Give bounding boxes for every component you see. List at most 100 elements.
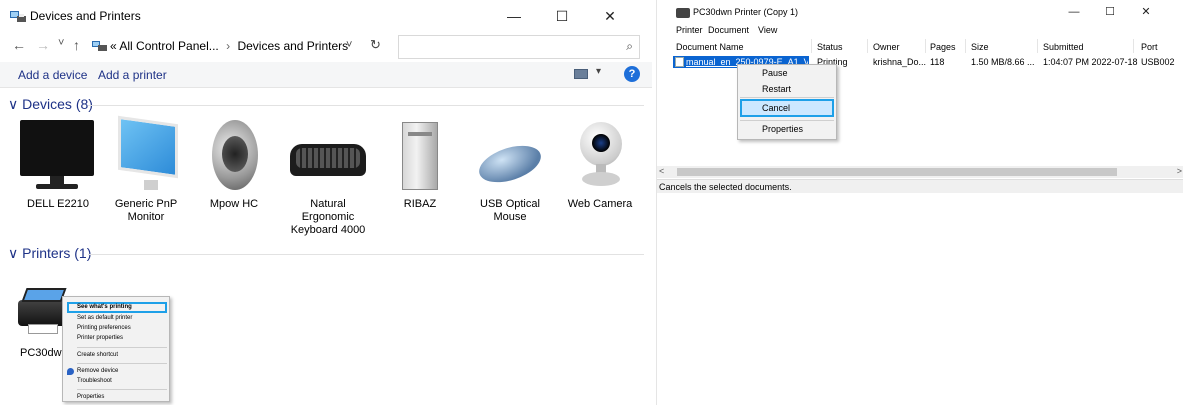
back-button[interactable]: ← [12, 37, 26, 53]
view-options-arrow[interactable]: ▾ [596, 66, 601, 77]
scroll-right-icon[interactable]: > [1177, 166, 1182, 176]
column-header-status[interactable]: Status [817, 42, 843, 52]
chevron-down-icon: ∨ [8, 245, 19, 261]
cell-pages: 118 [930, 57, 945, 67]
maximize-button[interactable]: ☐ [542, 4, 582, 28]
column-separator [925, 39, 926, 53]
device-dell-e2210[interactable]: DELL E2210 [16, 118, 100, 211]
printer-context-menu: See what's printing Set as default print… [62, 296, 170, 402]
column-separator [811, 39, 812, 53]
status-text: Cancels the selected documents. [659, 182, 792, 192]
devices-group-header[interactable]: ∨ Devices (8) [8, 96, 93, 113]
keyboard-icon [286, 118, 370, 194]
search-icon[interactable]: ⌕ [626, 39, 633, 54]
menu-properties[interactable]: Properties [762, 124, 803, 134]
breadcrumb-all-control-panel[interactable]: All Control Panel... [119, 39, 218, 53]
menu-see-whats-printing[interactable]: See what's printing [77, 304, 132, 310]
device-usb-optical-mouse[interactable]: USB Optical Mouse [468, 118, 552, 224]
menu-set-default-printer[interactable]: Set as default printer [77, 315, 132, 321]
column-header-submitted[interactable]: Submitted [1043, 42, 1084, 52]
device-label: DELL E2210 [27, 198, 89, 210]
device-mpow-hc[interactable]: Mpow HC [192, 118, 276, 211]
title-bar: Devices and Printers — ☐ ✕ [0, 0, 652, 32]
up-button[interactable]: ↑ [73, 37, 80, 53]
menu-document[interactable]: Document [708, 25, 749, 35]
computer-tower-icon [378, 118, 462, 194]
menu-printer-properties[interactable]: Printer properties [77, 335, 123, 341]
menu-separator [77, 389, 167, 390]
printers-group-header[interactable]: ∨ Printers (1) [8, 245, 91, 262]
maximize-button[interactable]: ☐ [1095, 2, 1125, 22]
breadcrumb-overflow[interactable]: « [110, 39, 117, 53]
device-label: Web Camera [567, 198, 633, 210]
document-context-menu: Pause Restart Cancel Properties [737, 64, 837, 140]
menu-view[interactable]: View [758, 25, 777, 35]
menu-bar: Printer Document View [657, 24, 1183, 38]
window-title: PC30dwn Printer (Copy 1) [693, 7, 799, 17]
cell-port: USB002 [1141, 57, 1175, 67]
address-bar: ← → ˅ ↑ « All Control Panel... › Devices… [0, 32, 652, 60]
minimize-button[interactable]: — [1059, 2, 1089, 22]
add-device-button[interactable]: Add a device [18, 68, 87, 82]
minimize-button[interactable]: — [494, 4, 534, 28]
breadcrumb-devices-and-printers[interactable]: Devices and Printers [237, 39, 348, 53]
add-printer-button[interactable]: Add a printer [98, 68, 167, 82]
horizontal-scrollbar[interactable]: < > [657, 166, 1183, 178]
device-natural-ergonomic-keyboard[interactable]: Natural Ergonomic Keyboard 4000 [286, 118, 370, 237]
menu-cancel[interactable]: Cancel [762, 103, 790, 113]
change-view-icon[interactable] [574, 69, 588, 79]
command-bar: Add a device Add a printer ▾ ? [0, 62, 652, 88]
chevron-down-icon: ∨ [8, 96, 19, 112]
menu-restart[interactable]: Restart [762, 84, 791, 94]
column-header-document-name[interactable]: Document Name [676, 42, 744, 52]
device-label: RIBAZ [403, 198, 437, 210]
column-header-owner[interactable]: Owner [873, 42, 900, 52]
device-label: Mpow HC [209, 198, 259, 210]
scroll-left-icon[interactable]: < [659, 166, 664, 176]
printer-icon [676, 8, 690, 18]
menu-separator [740, 120, 834, 121]
menu-create-shortcut[interactable]: Create shortcut [77, 352, 118, 358]
column-separator [1133, 39, 1134, 53]
printers-group-label: Printers (1) [22, 245, 92, 261]
recent-locations-button[interactable]: ˅ [58, 37, 64, 49]
scroll-thumb[interactable] [677, 168, 1117, 176]
device-ribaz[interactable]: RIBAZ [378, 118, 462, 211]
group-divider [88, 254, 644, 255]
menu-troubleshoot[interactable]: Troubleshoot [77, 378, 112, 384]
close-button[interactable]: ✕ [590, 4, 630, 28]
forward-button[interactable]: → [36, 37, 50, 53]
group-divider [88, 105, 644, 106]
column-header-port[interactable]: Port [1141, 42, 1158, 52]
menu-pause[interactable]: Pause [762, 68, 788, 78]
search-input[interactable]: ⌕ [398, 35, 640, 59]
column-header-pages[interactable]: Pages [930, 42, 956, 52]
menu-separator [740, 97, 834, 98]
device-label: USB Optical Mouse [480, 198, 540, 223]
device-web-camera[interactable]: Web Camera [558, 118, 642, 211]
cell-submitted: 1:04:07 PM 2022-07-18 [1043, 57, 1138, 67]
menu-properties[interactable]: Properties [77, 394, 104, 400]
shield-icon [67, 368, 74, 375]
menu-printer[interactable]: Printer [676, 25, 703, 35]
column-header-size[interactable]: Size [971, 42, 989, 52]
devices-and-printers-window: Devices and Printers — ☐ ✕ ← → ˅ ↑ « All… [0, 0, 652, 405]
window-title: Devices and Printers [30, 9, 141, 23]
refresh-button[interactable]: ↻ [370, 37, 381, 53]
mouse-icon [468, 118, 552, 194]
breadcrumb[interactable]: « All Control Panel... › Devices and Pri… [88, 35, 392, 57]
cell-owner: krishna_Do... [873, 57, 927, 67]
device-generic-pnp-monitor[interactable]: Generic PnP Monitor [104, 115, 188, 224]
help-button[interactable]: ? [624, 66, 640, 82]
close-button[interactable]: ✕ [1131, 2, 1161, 22]
printer-label[interactable]: PC30dwn [20, 347, 68, 359]
devices-group-label: Devices (8) [22, 96, 93, 112]
menu-remove-device[interactable]: Remove device [77, 368, 118, 374]
menu-separator [77, 347, 167, 348]
speaker-icon [192, 118, 276, 194]
devices-and-printers-icon [10, 11, 26, 22]
monitor-icon [104, 115, 188, 194]
address-dropdown-icon[interactable]: ˅ [346, 39, 352, 51]
menu-printing-preferences[interactable]: Printing preferences [77, 325, 131, 331]
cell-size: 1.50 MB/8.66 ... [971, 57, 1035, 67]
